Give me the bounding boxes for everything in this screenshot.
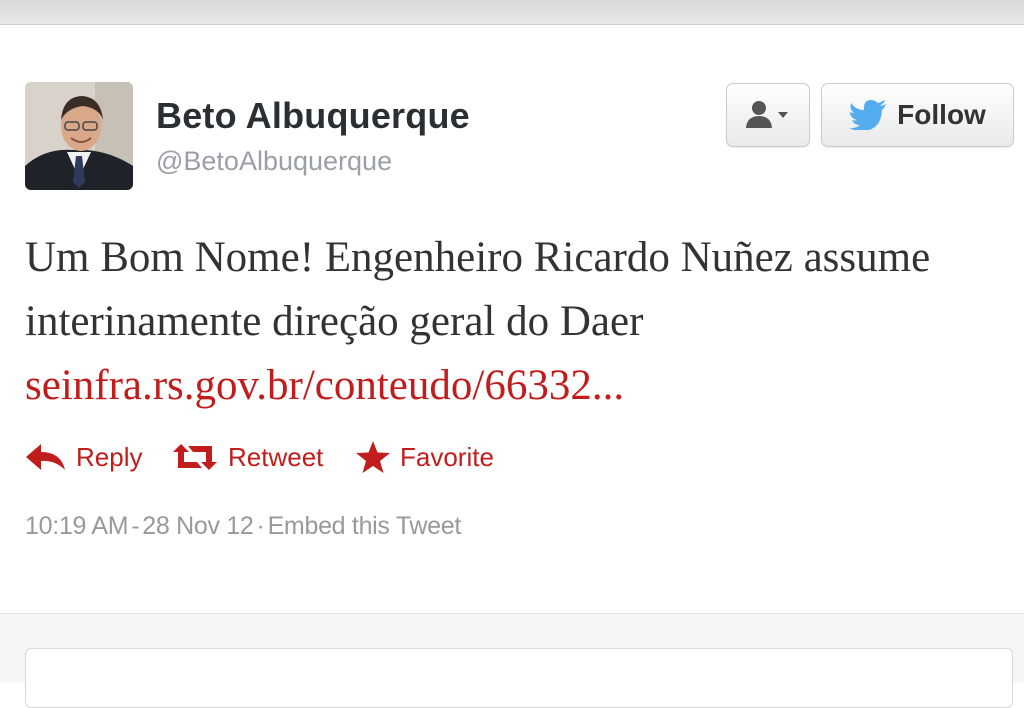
reply-footer bbox=[0, 613, 1024, 708]
tweet-date[interactable]: 28 Nov 12 bbox=[142, 512, 254, 540]
favorite-label: Favorite bbox=[400, 441, 494, 472]
tweet-meta: 10:19 AM -28 Nov 12 · Embed this Tweet bbox=[25, 512, 461, 541]
retweet-label: Retweet bbox=[228, 441, 324, 472]
reply-input[interactable] bbox=[25, 648, 1013, 708]
meta-dot: · bbox=[256, 512, 265, 540]
star-icon bbox=[356, 441, 390, 473]
tweet-link[interactable]: seinfra.rs.gov.br/conteudo/66332... bbox=[25, 362, 624, 409]
reply-button[interactable]: Reply bbox=[25, 435, 142, 479]
retweet-icon bbox=[173, 444, 217, 470]
retweet-button[interactable]: Retweet bbox=[171, 435, 323, 479]
profile-name[interactable]: Beto Albuquerque bbox=[156, 95, 470, 137]
reply-label: Reply bbox=[76, 441, 143, 472]
tweet-body: Um Bom Nome! Engenheiro Ricardo Nuñez as… bbox=[25, 234, 931, 345]
embed-tweet-link[interactable]: Embed this Tweet bbox=[268, 512, 462, 540]
follow-label: Follow bbox=[897, 99, 986, 130]
tweet-text: Um Bom Nome! Engenheiro Ricardo Nuñez as… bbox=[25, 226, 1010, 418]
favorite-button[interactable]: Favorite bbox=[355, 435, 494, 479]
twitter-bird-icon bbox=[849, 100, 887, 130]
user-actions-button[interactable] bbox=[726, 83, 810, 147]
user-dropdown-icon bbox=[746, 101, 788, 128]
avatar[interactable] bbox=[25, 82, 133, 190]
top-strip bbox=[0, 0, 1024, 25]
reply-icon bbox=[26, 444, 65, 470]
meta-dash: - bbox=[131, 512, 140, 540]
profile-handle[interactable]: @BetoAlbuquerque bbox=[156, 146, 392, 177]
tweet-time[interactable]: 10:19 AM bbox=[25, 512, 129, 540]
follow-button[interactable]: Follow bbox=[821, 83, 1014, 147]
avatar-photo bbox=[25, 82, 133, 190]
